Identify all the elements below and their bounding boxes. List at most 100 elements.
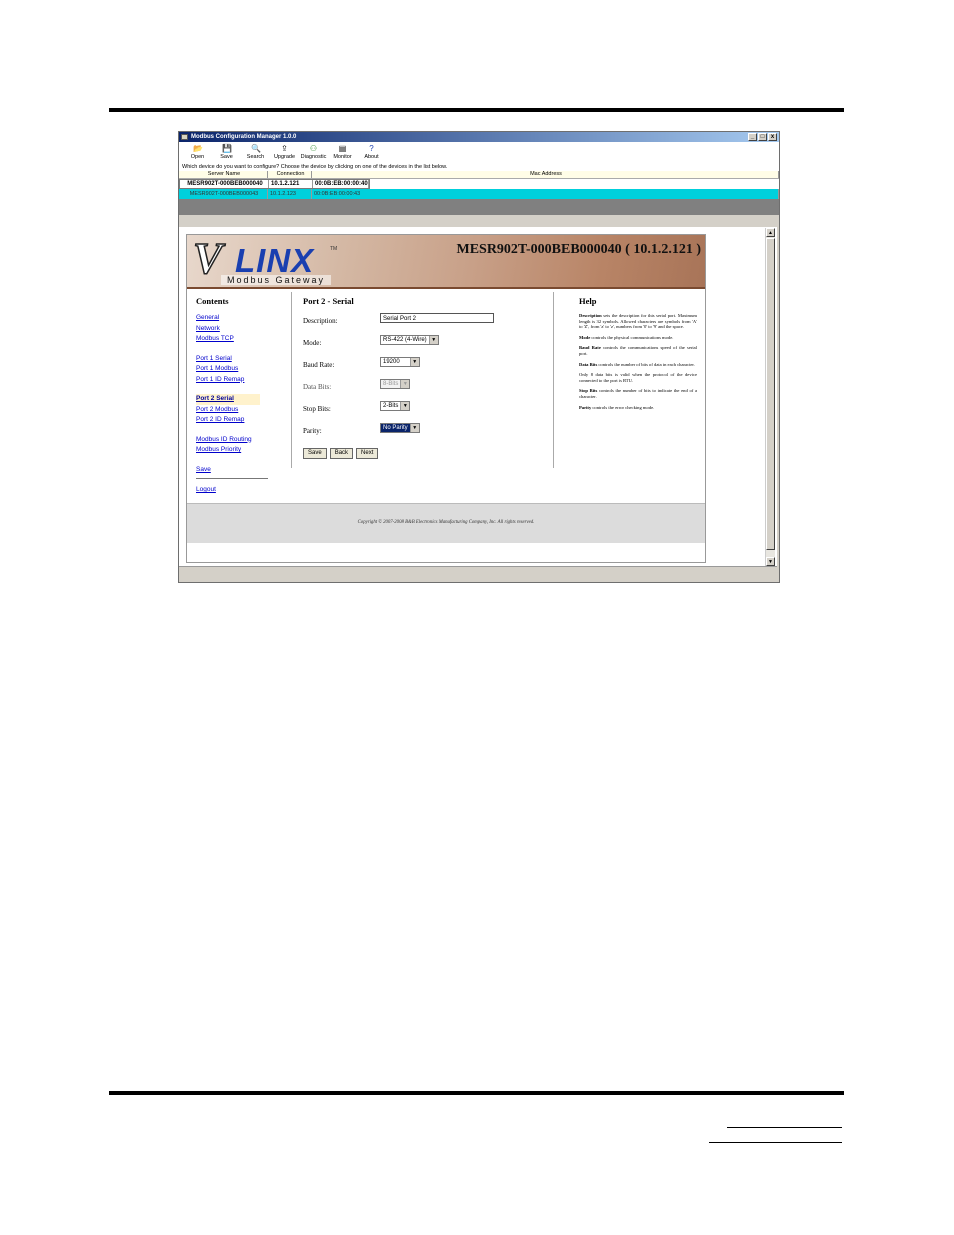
vlinx-logo-text: LINX: [235, 242, 315, 279]
chevron-down-icon: ▼: [428, 336, 438, 344]
upgrade-icon: ⇪: [281, 144, 288, 153]
device-title: MESR902T-000BEB000040 ( 10.1.2.121 ): [456, 242, 701, 257]
nav-modbus-priority[interactable]: Modbus Priority: [196, 445, 290, 456]
top-rule: [109, 108, 844, 112]
folder-icon: 📂: [193, 144, 203, 153]
monitor-icon: ▤: [338, 144, 347, 153]
title-bar: Modbus Configuration Manager 1.0.0 _ □ x: [179, 132, 779, 142]
nav-port1-modbus[interactable]: Port 1 Modbus: [196, 364, 290, 375]
nav-port2-id-remap[interactable]: Port 2 ID Remap: [196, 415, 290, 426]
app-window: Modbus Configuration Manager 1.0.0 _ □ x…: [178, 131, 780, 583]
scroll-down-icon[interactable]: ▼: [766, 557, 775, 566]
nav-port2-serial[interactable]: Port 2 Serial: [196, 394, 260, 405]
help-heading: Help: [579, 296, 597, 306]
description-input[interactable]: Serial Port 2: [380, 313, 494, 323]
data-bits-label: Data Bits:: [303, 383, 332, 391]
contents-heading: Contents: [196, 296, 229, 306]
parity-label: Parity:: [303, 427, 322, 435]
header-connection[interactable]: Connection: [268, 171, 312, 178]
nav-logout[interactable]: Logout: [196, 485, 290, 496]
copyright-text: Copyright © 2007-2008 B&B Electronics Ma…: [357, 520, 535, 525]
page-footer: Copyright © 2007-2008 B&B Electronics Ma…: [187, 503, 705, 543]
nav-divider: [196, 478, 268, 479]
footer-link-underline[interactable]: [709, 1142, 842, 1143]
vlinx-logo-v: V: [192, 234, 223, 283]
config-page: V LINX TM Modbus Gateway MESR902T-000BEB…: [186, 234, 706, 563]
stop-bits-label: Stop Bits:: [303, 405, 331, 413]
nav-modbus-id-routing[interactable]: Modbus ID Routing: [196, 435, 290, 446]
form-heading: Port 2 - Serial: [303, 296, 354, 306]
save-button[interactable]: Save: [303, 448, 327, 459]
help-item: Data Bits controls the number of bits of…: [579, 361, 695, 367]
baud-rate-select[interactable]: 19200 ▼: [380, 357, 420, 367]
app-icon: [181, 134, 188, 140]
floppy-icon: 💾: [222, 144, 232, 153]
close-button[interactable]: x: [768, 133, 777, 141]
help-item: Stop Bits controls the number of bits to…: [579, 388, 698, 399]
port-serial-form: Port 2 - Serial Description: Serial Port…: [303, 296, 548, 459]
diagnostic-button[interactable]: ⚇ Diagnostic: [299, 142, 328, 163]
window-title: Modbus Configuration Manager 1.0.0: [191, 134, 297, 140]
baud-rate-label: Baud Rate:: [303, 361, 335, 369]
stop-bits-select[interactable]: 2-Bits ▼: [380, 401, 411, 411]
device-list: Server Name Connection Mac Address MESR9…: [179, 171, 779, 215]
toolbar: 📂 Open 💾 Save 🔍 Search ⇪ Upgrade ⚇ Diagnostic…: [179, 142, 779, 163]
chevron-down-icon: ▼: [409, 424, 419, 432]
help-item: Parity controls the error checking mode.: [579, 404, 655, 410]
about-button[interactable]: ? About: [357, 142, 386, 163]
diagnostic-icon: ⚇: [309, 144, 318, 153]
nav-port1-id-remap[interactable]: Port 1 ID Remap: [196, 375, 290, 386]
vertical-scrollbar[interactable]: ▲ ▼: [765, 228, 775, 566]
nav-network[interactable]: Network: [196, 324, 290, 335]
column-divider: [291, 292, 292, 468]
help-item: Only 8 data bits is valid when the proto…: [579, 372, 697, 383]
help-item: Description sets the description for thi…: [579, 313, 697, 330]
search-button[interactable]: 🔍 Search: [241, 142, 270, 163]
device-list-header: Server Name Connection Mac Address: [179, 171, 779, 179]
upgrade-button[interactable]: ⇪ Upgrade: [270, 142, 299, 163]
monitor-button[interactable]: ▤ Monitor: [328, 142, 357, 163]
config-web-view: V LINX TM Modbus Gateway MESR902T-000BEB…: [179, 227, 777, 581]
device-list-empty-area: [179, 199, 779, 215]
nav-port1-serial[interactable]: Port 1 Serial: [196, 354, 290, 365]
footer-link-underline[interactable]: [727, 1127, 842, 1128]
help-panel: Help Description sets the description fo…: [579, 296, 697, 415]
bottom-rule: [109, 1091, 844, 1095]
device-prompt: Which device do you want to configure? C…: [179, 163, 779, 171]
nav-general[interactable]: General: [196, 313, 290, 324]
nav-save[interactable]: Save: [196, 465, 290, 476]
contents-nav: Contents General Network Modbus TCP Port…: [196, 296, 290, 496]
question-icon: ?: [369, 144, 374, 153]
chevron-down-icon: ▼: [400, 380, 410, 388]
description-label: Description:: [303, 317, 338, 325]
header-mac-address[interactable]: Mac Address: [312, 171, 779, 178]
minimize-button[interactable]: _: [748, 133, 757, 141]
mode-label: Mode:: [303, 339, 322, 347]
data-bits-select: 8-Bits ▼: [380, 379, 411, 389]
trademark-mark: TM: [330, 246, 338, 252]
logo-subtitle: Modbus Gateway: [221, 275, 332, 285]
maximize-button[interactable]: □: [758, 133, 767, 141]
nav-modbus-tcp[interactable]: Modbus TCP: [196, 334, 290, 345]
status-bar: [179, 566, 777, 581]
banner: V LINX TM Modbus Gateway MESR902T-000BEB…: [187, 235, 705, 289]
save-toolbar-button[interactable]: 💾 Save: [212, 142, 241, 163]
parity-select[interactable]: No Parity ▼: [380, 423, 420, 433]
scroll-up-icon[interactable]: ▲: [766, 228, 775, 237]
chevron-down-icon: ▼: [400, 402, 410, 410]
column-divider: [553, 292, 554, 468]
mode-select[interactable]: RS-422 (4-Wire) ▼: [380, 335, 439, 345]
content-columns: Contents General Network Modbus TCP Port…: [187, 292, 705, 493]
nav-port2-modbus[interactable]: Port 2 Modbus: [196, 405, 290, 416]
next-button[interactable]: Next: [356, 448, 379, 459]
open-button[interactable]: 📂 Open: [183, 142, 212, 163]
scroll-thumb[interactable]: [766, 238, 775, 550]
magnifier-icon: 🔍: [251, 144, 261, 153]
device-row[interactable]: MESR902T-000BEB000040 10.1.2.121 00:0B:E…: [179, 179, 370, 189]
help-item: Baud Rate controls the communications sp…: [579, 345, 697, 356]
back-button[interactable]: Back: [329, 448, 354, 459]
device-row[interactable]: MESR902T-000BEB000043 10.1.2.123 00:0B:E…: [179, 189, 779, 199]
chevron-down-icon: ▼: [409, 358, 419, 366]
header-server-name[interactable]: Server Name: [179, 171, 268, 178]
help-item: Mode controls the physical communication…: [579, 334, 674, 340]
